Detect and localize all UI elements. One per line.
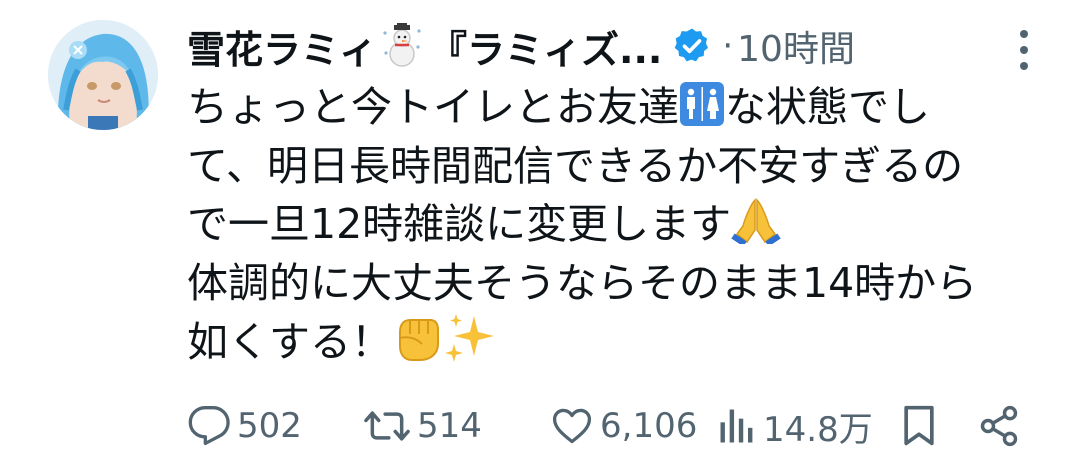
tweet-time[interactable]: 10時間 bbox=[737, 20, 855, 72]
retweet-button[interactable]: 514 bbox=[363, 400, 482, 452]
share-icon bbox=[980, 405, 1018, 447]
tweet-text-segment: な状態でし bbox=[725, 83, 930, 131]
snowman-icon bbox=[383, 23, 421, 67]
like-button[interactable]: 6,106 bbox=[550, 400, 697, 452]
retweet-count: 514 bbox=[417, 406, 482, 446]
views-icon bbox=[720, 409, 753, 443]
tweet-line-5: 如くする！ bbox=[187, 312, 1057, 371]
like-count: 6,106 bbox=[600, 406, 698, 446]
bookmark-button[interactable] bbox=[899, 400, 939, 452]
tweet-line-1: ちょっと今トイレとお友達 な状態でし bbox=[187, 78, 1057, 137]
tweet-text: ちょっと今トイレとお友達 な状態でし て、明日長時間配信できるか不安すぎるの で… bbox=[187, 78, 1057, 371]
raised-fist-icon bbox=[399, 319, 439, 361]
folded-hands-icon bbox=[731, 198, 781, 244]
more-options-icon[interactable] bbox=[1017, 28, 1031, 72]
retweet-icon bbox=[364, 411, 410, 441]
reply-count: 502 bbox=[237, 406, 302, 446]
share-button[interactable] bbox=[977, 400, 1021, 452]
tweet-text-segment: で一旦12時雑談に変更します bbox=[187, 200, 732, 248]
reply-button[interactable]: 502 bbox=[187, 400, 302, 452]
tweet-text-segment: 如くする！ bbox=[187, 318, 392, 366]
author-name-suffix[interactable]: 『ラミィズ... bbox=[429, 19, 662, 74]
tweet-line-4: 体調的に大丈夫そうならそのまま14時から bbox=[187, 258, 978, 307]
tweet[interactable]: 雪花ラミィ 『ラミィズ... · 10時間 ちょっと今トイレとお友達 な状態でし… bbox=[0, 0, 1079, 467]
restroom-icon bbox=[680, 82, 724, 126]
verified-badge-icon bbox=[674, 28, 709, 62]
meta-separator: · bbox=[722, 26, 734, 66]
views-count: 14.8万 bbox=[763, 409, 873, 450]
tweet-actions: 502 514 6,106 14.8万 bbox=[187, 400, 1037, 452]
avatar-image bbox=[48, 20, 158, 130]
reply-icon bbox=[188, 406, 230, 446]
author-name[interactable]: 雪花ラミィ bbox=[187, 19, 377, 74]
tweet-text-segment: ちょっと今トイレとお友達 bbox=[187, 83, 679, 131]
tweet-line-2: て、明日長時間配信できるか不安すぎるの bbox=[187, 141, 964, 190]
avatar[interactable] bbox=[48, 20, 158, 130]
bookmark-icon bbox=[904, 405, 934, 446]
tweet-line-3: で一旦12時雑談に変更します bbox=[187, 195, 1057, 254]
views-button[interactable]: 14.8万 bbox=[717, 400, 873, 452]
heart-icon bbox=[552, 408, 592, 444]
sparkles-icon bbox=[445, 314, 494, 362]
tweet-header: 雪花ラミィ 『ラミィズ... · 10時間 bbox=[187, 18, 1029, 74]
